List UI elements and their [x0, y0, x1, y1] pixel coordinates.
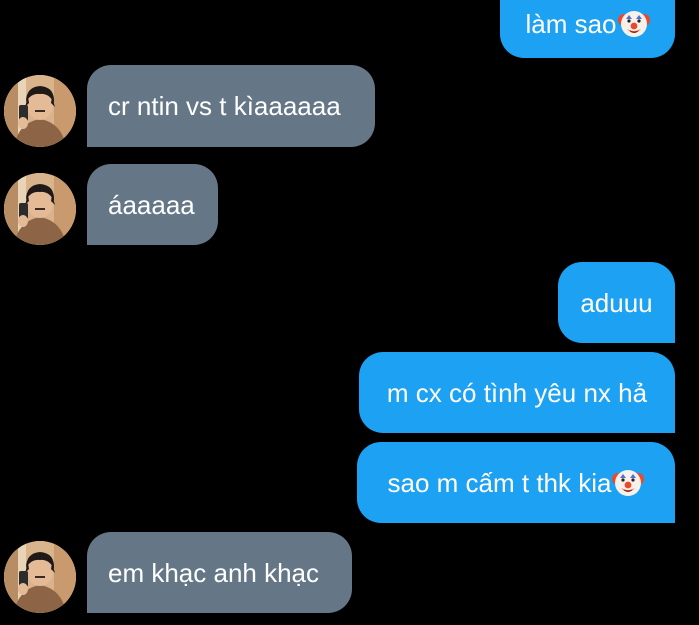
clown-face-icon — [612, 467, 644, 499]
clown-face-icon — [618, 8, 650, 40]
message-text: aduuu — [580, 287, 653, 318]
message-text: sao m cấm t thk kia — [387, 467, 612, 498]
avatar[interactable] — [4, 541, 76, 613]
message-text: m cx có tình yêu nx hả — [386, 377, 648, 408]
message-bubble-sent[interactable]: m cx có tình yêu nx hả — [359, 352, 675, 433]
message-text: làm sao — [525, 8, 617, 39]
message-text: áaaaaa — [108, 189, 195, 220]
message-bubble-received[interactable]: cr ntin vs t kìaaaaaa — [87, 65, 375, 147]
avatar[interactable] — [4, 75, 76, 147]
message-bubble-received[interactable]: áaaaaa — [87, 164, 218, 245]
avatar[interactable] — [4, 173, 76, 245]
message-bubble-received[interactable]: em khạc anh khạc — [87, 532, 352, 613]
message-bubble-sent[interactable]: aduuu — [558, 262, 675, 343]
message-bubble-sent[interactable]: sao m cấm t thk kia — [357, 442, 675, 523]
message-bubble-sent[interactable]: làm sao — [500, 0, 675, 58]
message-text: em khạc anh khạc — [108, 557, 320, 588]
message-text: cr ntin vs t kìaaaaaa — [108, 91, 341, 121]
